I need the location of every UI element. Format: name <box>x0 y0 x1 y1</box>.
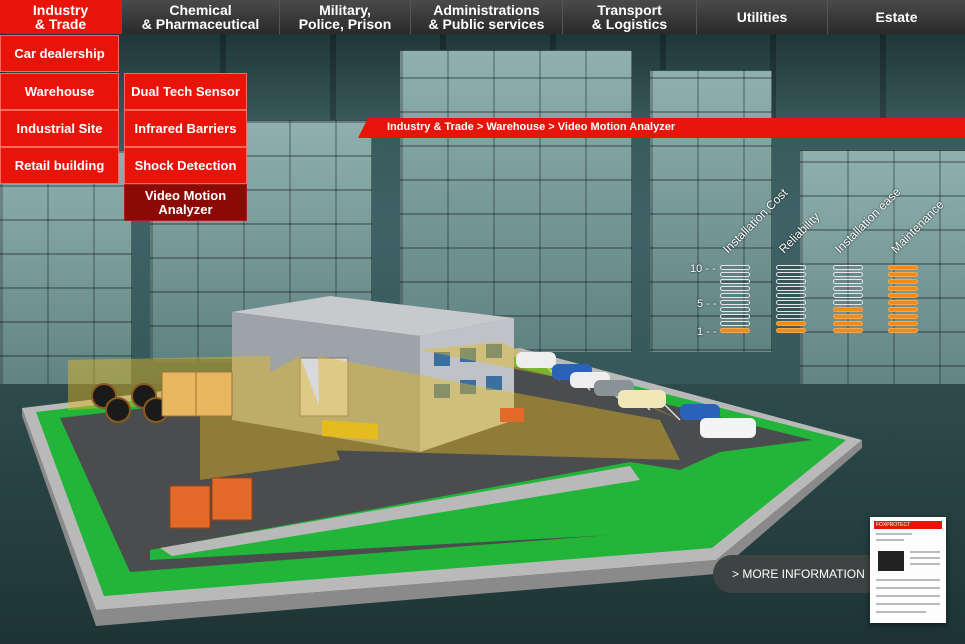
rating-bar <box>888 286 918 291</box>
brochure-line <box>876 587 940 589</box>
product-brochure-thumbnail[interactable]: FOXPROTECT <box>870 517 946 623</box>
breadcrumb-text: Industry & Trade > Warehouse > Video Mot… <box>387 121 676 133</box>
rating-bar <box>888 321 918 326</box>
rating-bar <box>888 314 918 319</box>
rating-bar <box>833 328 863 333</box>
rating-bar <box>720 328 750 333</box>
tab-chemical-pharmaceutical[interactable]: Chemical & Pharmaceutical <box>122 0 280 34</box>
rating-bar <box>776 279 806 284</box>
rating-bar <box>888 300 918 305</box>
menu-item-retail-building[interactable]: Retail building <box>0 147 119 184</box>
brochure-product-photo <box>878 551 904 571</box>
menu-item-shock-detection[interactable]: Shock Detection <box>124 147 247 184</box>
tab-estate[interactable]: Estate <box>828 0 965 34</box>
brochure-line <box>876 595 940 597</box>
rating-bar <box>776 321 806 326</box>
brochure-header: FOXPROTECT <box>874 521 942 529</box>
scale-label-1: 1 - - <box>697 326 717 338</box>
brochure-line <box>876 533 912 535</box>
small-pallet <box>500 408 524 422</box>
rating-bar <box>833 272 863 277</box>
rating-bar <box>720 265 750 270</box>
rating-bar <box>720 314 750 319</box>
rating-bar <box>888 307 918 312</box>
rating-bar <box>833 314 863 319</box>
rating-bar <box>833 293 863 298</box>
rating-bar <box>833 307 863 312</box>
rating-bar <box>776 293 806 298</box>
rating-bar <box>833 300 863 305</box>
rating-bar <box>776 328 806 333</box>
brochure-line <box>876 539 904 541</box>
rating-bar <box>720 293 750 298</box>
tab-industry-trade[interactable]: Industry & Trade <box>0 0 122 34</box>
scale-label-5: 5 - - <box>697 298 717 310</box>
menu-item-dual-tech-sensor[interactable]: Dual Tech Sensor <box>124 73 247 110</box>
rating-bar <box>776 286 806 291</box>
rating-bar <box>888 279 918 284</box>
rating-bar <box>720 321 750 326</box>
brochure-line <box>876 611 926 613</box>
brochure-line <box>876 579 940 581</box>
rating-bar <box>720 279 750 284</box>
tab-administrations-public-services[interactable]: Administrations & Public services <box>411 0 563 34</box>
rating-bar <box>888 328 918 333</box>
brochure-line <box>910 563 940 565</box>
brochure-line <box>910 551 940 553</box>
rating-bar <box>888 293 918 298</box>
rating-bar <box>776 314 806 319</box>
menu-item-warehouse[interactable]: Warehouse <box>0 73 119 110</box>
tab-utilities[interactable]: Utilities <box>697 0 828 34</box>
tab-military-police-prison[interactable]: Military, Police, Prison <box>280 0 411 34</box>
rating-bar <box>833 279 863 284</box>
breadcrumb: Industry & Trade > Warehouse > Video Mot… <box>358 118 965 138</box>
rating-bar <box>888 265 918 270</box>
rating-bar <box>776 300 806 305</box>
menu-item-industrial-site[interactable]: Industrial Site <box>0 110 119 147</box>
more-information-label: > MORE INFORMATION <box>732 567 865 581</box>
menu-item-car-dealership[interactable]: Car dealership <box>0 35 119 72</box>
rating-bar <box>776 307 806 312</box>
wooden-pallets <box>161 371 233 417</box>
rating-bar <box>720 307 750 312</box>
tab-transport-logistics[interactable]: Transport & Logistics <box>563 0 697 34</box>
rating-bar <box>720 272 750 277</box>
menu-item-video-motion-analyzer[interactable]: Video Motion Analyzer <box>124 184 247 221</box>
brochure-line <box>910 557 940 559</box>
rating-bar <box>720 300 750 305</box>
more-information-button[interactable]: > MORE INFORMATION <box>713 555 893 593</box>
rating-bar <box>720 286 750 291</box>
brochure-line <box>876 603 940 605</box>
rating-bar <box>833 321 863 326</box>
scale-label-10: 10 - - <box>690 263 716 275</box>
rating-bar <box>833 265 863 270</box>
rating-bar <box>776 272 806 277</box>
rating-bar <box>833 286 863 291</box>
rating-bar <box>888 272 918 277</box>
menu-item-infrared-barriers[interactable]: Infrared Barriers <box>124 110 247 147</box>
rating-bar <box>776 265 806 270</box>
top-navigation: Industry & Trade Chemical & Pharmaceutic… <box>0 0 965 34</box>
